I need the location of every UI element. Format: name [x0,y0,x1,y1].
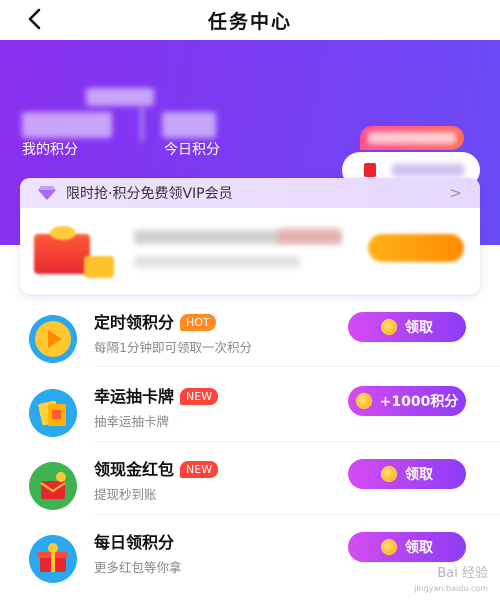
diamond-icon [38,186,56,200]
task-title: 定时领积分 HOT [94,309,216,333]
new-badge: NEW [180,388,219,405]
task-subtitle: 抽幸运抽卡牌 [94,414,170,429]
vip-promo-card[interactable]: 限时抢·积分免费领VIP会员 > [20,178,480,294]
blurred-vip-text-2 [134,256,300,268]
task-subtitle: 提现秒到账 [94,487,157,502]
task-item-lucky-cards: 幸运抽卡牌 NEW 抽幸运抽卡牌 +1000积分 [0,374,500,446]
claim-button[interactable]: 领取 [348,312,466,342]
task-title: 领现金红包 NEW [94,456,219,480]
gift-box-icon [29,535,77,583]
vip-title: 限时抢·积分免费领VIP会员 [66,186,233,202]
new-badge: NEW [180,461,219,478]
blurred-today-value [162,112,216,138]
blurred-cash-text [392,164,464,176]
top-bar: 任务中心 [0,0,500,40]
task-item-timed-points: 定时领积分 HOT 每隔1分钟即可领取一次积分 领取 [0,300,500,372]
today-points-label: 今日积分 [164,142,220,158]
red-envelope-icon [364,163,376,177]
page-title: 任务中心 [207,11,292,33]
divider [94,366,500,367]
claim-button[interactable]: 领取 [348,459,466,489]
my-points-label: 我的积分 [22,142,78,158]
blurred-vip-tag [278,228,340,244]
blurred-divider [140,106,144,142]
red-envelope-icon [29,462,77,510]
coin-icon [381,319,397,335]
claim-button[interactable]: 领取 [348,532,466,562]
task-title: 每日领积分 [94,533,175,552]
task-item-cash-red-envelope: 领现金红包 NEW 提现秒到账 领取 [0,447,500,519]
divider [94,441,500,442]
vip-claim-button[interactable] [368,234,464,262]
claim-points-button[interactable]: +1000积分 [348,386,466,416]
blurred-points-value [22,112,112,138]
task-subtitle: 更多红包等你拿 [94,560,182,575]
coin-icon [381,539,397,555]
task-subtitle: 每隔1分钟即可领取一次积分 [94,340,252,355]
task-title: 幸运抽卡牌 NEW [94,383,219,407]
promo-tag [360,126,464,150]
play-icon [29,315,77,363]
blurred-username [86,88,154,106]
gift-icon [34,226,114,280]
hot-badge: HOT [180,314,216,331]
divider [94,514,500,515]
watermark: Bai 经验 jingyan.baidu.com [414,566,488,593]
chevron-right-icon: > [449,184,462,202]
coin-icon [355,393,372,409]
coin-icon [381,466,397,482]
vip-card-header[interactable]: 限时抢·积分免费领VIP会员 > [20,178,480,208]
cards-icon [29,389,77,437]
